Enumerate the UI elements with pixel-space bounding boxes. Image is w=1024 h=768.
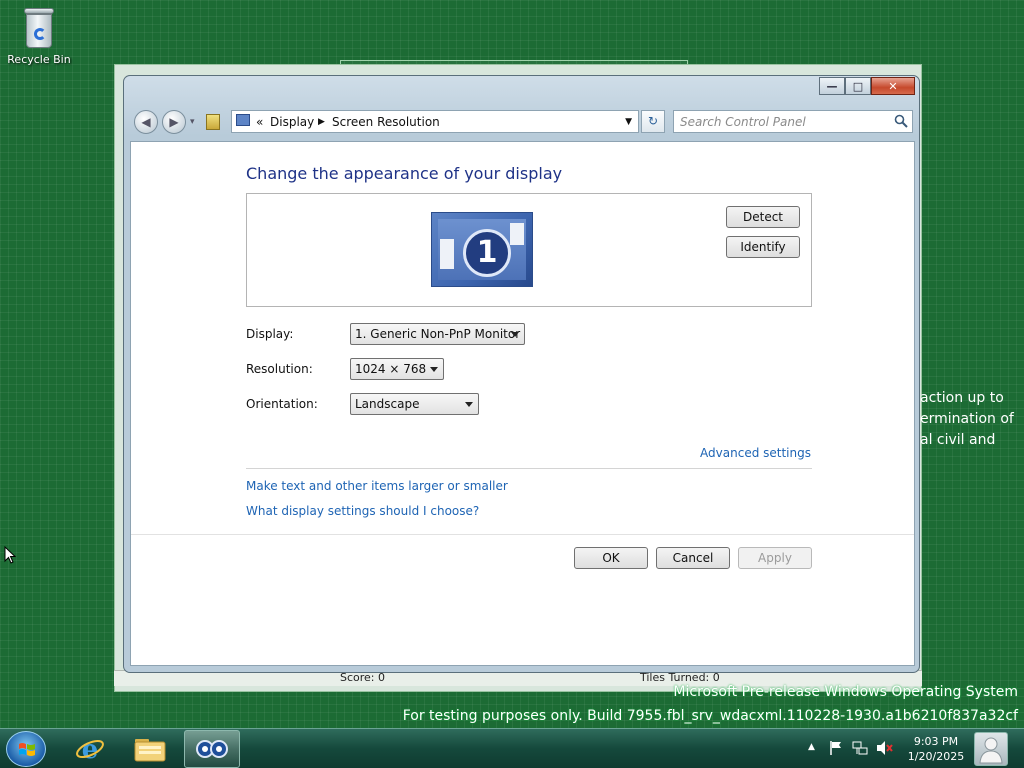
chevron-down-icon [465,402,473,407]
taskbar: e ▲ 9:03 PM 1/20/2025 [0,728,1024,768]
monitor-1-thumbnail[interactable]: 1 [431,212,533,287]
volume-muted-icon[interactable] [876,740,894,756]
minimize-button[interactable]: — [819,77,845,95]
display-label: Display: [246,327,294,341]
advanced-settings-link[interactable]: Advanced settings [700,446,811,460]
mouse-cursor-icon [4,546,16,564]
taskbar-internet-explorer[interactable]: e [62,730,118,768]
display-settings-icon [196,740,228,758]
resolution-select[interactable]: 1024 × 768 [350,358,444,380]
close-button[interactable]: ✕ [871,77,915,95]
breadcrumb-chevron[interactable]: « [256,115,263,129]
page-title: Change the appearance of your display [246,164,563,183]
forward-arrow-icon: ▶ [169,115,179,129]
breadcrumb-separator-icon: ▶ [318,117,325,127]
detect-button[interactable]: Detect [726,206,800,228]
divider [131,534,914,535]
recent-pages-dropdown[interactable]: ▾ [190,117,195,127]
forward-button[interactable]: ▶ [162,110,186,134]
display-select-value: 1. Generic Non-PnP Monitor [355,327,521,341]
display-select[interactable]: 1. Generic Non-PnP Monitor [350,323,525,345]
monitor-number-badge: 1 [463,229,511,277]
display-icon [236,114,250,126]
apply-button[interactable]: Apply [738,547,812,569]
start-button[interactable] [6,731,46,767]
window-thumbnail [510,223,524,245]
user-account-button[interactable] [974,732,1008,766]
window-thumbnail [440,239,454,269]
cancel-button[interactable]: Cancel [656,547,730,569]
breadcrumb-screen-resolution[interactable]: Screen Resolution [332,115,440,129]
address-bar[interactable]: « Display ▶ Screen Resolution ▼ [231,110,639,133]
display-preview-area: 1 Detect Identify [246,193,812,307]
action-center-flag-icon[interactable] [829,740,843,756]
network-icon[interactable] [852,740,868,756]
resolution-select-value: 1024 × 768 [355,362,427,376]
back-arrow-icon: ◀ [141,115,151,129]
maximize-button[interactable]: □ [845,77,871,95]
user-avatar-icon [979,737,1003,764]
control-panel-icon [206,114,220,130]
svg-text:e: e [82,735,99,764]
search-icon[interactable] [894,114,908,128]
breadcrumb-display[interactable]: Display [270,115,314,129]
background-text-line: action up to [920,390,1004,406]
taskbar-windows-explorer[interactable] [122,730,178,768]
build-watermark-line1: Microsoft Pre-release Windows Operating … [673,684,1018,700]
background-text-line: al civil and [920,432,996,448]
clock-date: 1/20/2025 [907,750,965,763]
refresh-icon: ↻ [647,114,659,128]
monitor-screen: 1 [438,219,526,280]
screen-resolution-window: — □ ✕ ◀ ▶ ▾ « Display ▶ Screen Resolutio… [123,75,920,673]
search-input[interactable]: Search Control Panel [673,110,913,133]
orientation-select[interactable]: Landscape [350,393,479,415]
taskbar-display-settings[interactable] [184,730,240,768]
refresh-button[interactable]: ↻ [641,110,665,133]
divider [246,468,812,469]
folder-icon [134,739,166,762]
orientation-label: Orientation: [246,397,318,411]
text-size-link[interactable]: Make text and other items larger or smal… [246,479,508,493]
address-dropdown-icon[interactable]: ▼ [625,117,632,127]
ok-button[interactable]: OK [574,547,648,569]
recycle-bin-icon [22,6,56,50]
caption-buttons: — □ ✕ [819,77,915,95]
recycle-bin-label: Recycle Bin [7,53,71,66]
background-text-line: ermination of [920,411,1014,427]
show-hidden-icons-button[interactable]: ▲ [808,742,815,752]
content-pane: Change the appearance of your display 1 … [130,141,915,666]
orientation-select-value: Landscape [355,397,420,411]
chevron-down-icon [511,332,519,337]
windows-logo-icon [19,743,35,756]
recycle-bin-shortcut[interactable]: Recycle Bin [4,6,74,66]
display-settings-help-link[interactable]: What display settings should I choose? [246,504,479,518]
build-watermark-line2: For testing purposes only. Build 7955.fb… [402,708,1018,724]
back-button[interactable]: ◀ [134,110,158,134]
chevron-down-icon [430,367,438,372]
search-placeholder: Search Control Panel [680,115,806,129]
taskbar-clock[interactable]: 9:03 PM 1/20/2025 [904,734,968,764]
resolution-label: Resolution: [246,362,313,376]
internet-explorer-icon: e [76,735,104,764]
clock-time: 9:03 PM [913,735,959,748]
identify-button[interactable]: Identify [726,236,800,258]
